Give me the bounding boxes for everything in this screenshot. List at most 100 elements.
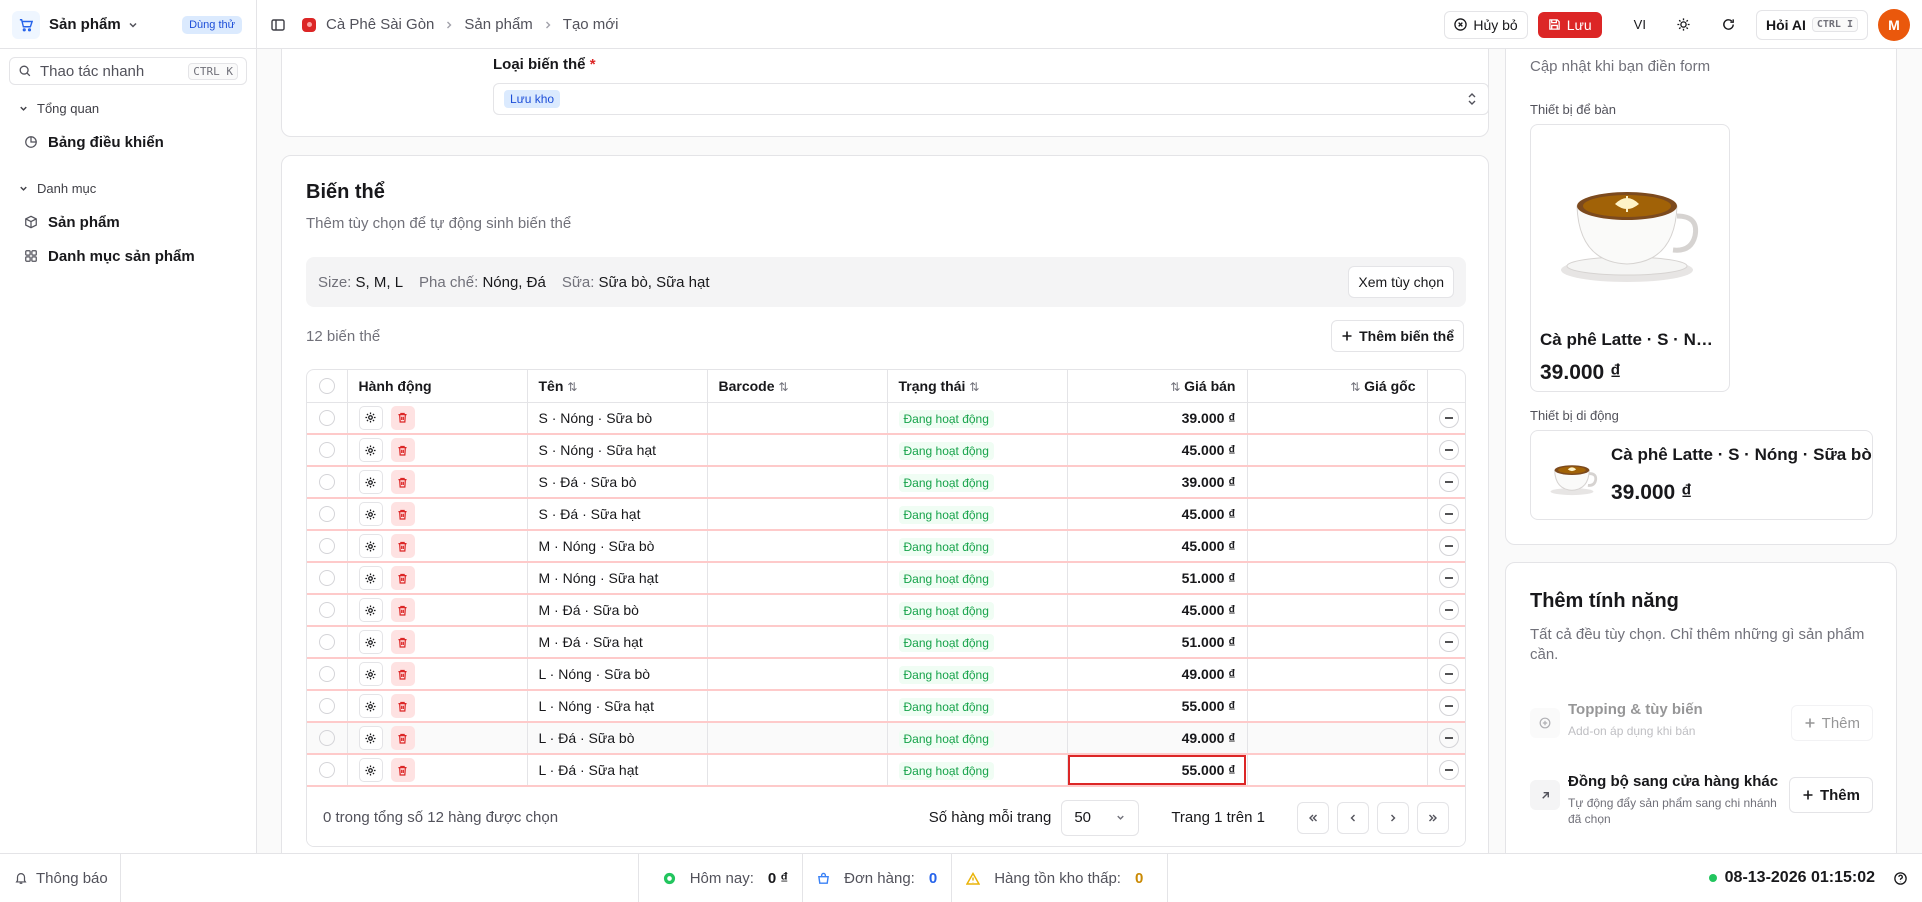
rows-per-page-select[interactable]: 50	[1061, 799, 1140, 836]
variant-name[interactable]: S · Nóng · Sữa bò	[527, 402, 708, 435]
breadcrumb-products[interactable]: Sản phẩm	[464, 16, 532, 33]
trash-icon[interactable]	[390, 470, 415, 494]
row-checkbox[interactable]	[318, 570, 335, 586]
trash-icon[interactable]	[390, 566, 415, 590]
variant-cost[interactable]	[1247, 722, 1428, 755]
variant-price[interactable]: 55.000 ₫	[1067, 754, 1248, 787]
gear-icon[interactable]	[358, 502, 383, 526]
table-row[interactable]: L · Đá · Sữa hạt Đang hoạt động 55.000 ₫	[307, 754, 1465, 787]
row-select-cell[interactable]	[307, 658, 348, 691]
variant-cost[interactable]	[1247, 466, 1428, 499]
minus-icon[interactable]	[1438, 536, 1459, 556]
minus-icon[interactable]	[1438, 632, 1459, 652]
trial-badge[interactable]: Dùng thử	[182, 15, 242, 34]
variant-price[interactable]: 51.000 ₫	[1067, 562, 1248, 595]
prev-page-button[interactable]	[1337, 801, 1369, 834]
variant-price[interactable]: 45.000 ₫	[1067, 498, 1248, 531]
view-options-button[interactable]: Xem tùy chọn	[1348, 266, 1454, 298]
variant-status-cell[interactable]: Đang hoạt động	[887, 626, 1068, 659]
gear-icon[interactable]	[358, 438, 383, 462]
add-sync-button[interactable]: Thêm	[1788, 777, 1873, 813]
row-checkbox[interactable]	[318, 730, 335, 746]
row-select-cell[interactable]	[307, 754, 348, 787]
variant-price[interactable]: 45.000 ₫	[1067, 434, 1248, 467]
row-select-cell[interactable]	[307, 466, 348, 499]
variant-price[interactable]: 49.000 ₫	[1067, 658, 1248, 691]
variant-barcode[interactable]	[707, 754, 888, 787]
table-row[interactable]: S · Nóng · Sữa hạt Đang hoạt động 45.000 ₫	[307, 434, 1465, 467]
table-row[interactable]: L · Nóng · Sữa hạt Đang hoạt động 55.000 ₫	[307, 690, 1465, 723]
minus-icon[interactable]	[1438, 664, 1459, 684]
variant-barcode[interactable]	[707, 562, 888, 595]
first-page-button[interactable]	[1297, 801, 1329, 834]
sidebar-group-catalog[interactable]: Danh mục	[0, 175, 256, 201]
gear-icon[interactable]	[358, 630, 383, 654]
variant-barcode[interactable]	[707, 530, 888, 563]
row-checkbox[interactable]	[318, 698, 335, 714]
variant-status-cell[interactable]: Đang hoạt động	[887, 754, 1068, 787]
variant-barcode[interactable]	[707, 722, 888, 755]
variant-name[interactable]: M · Đá · Sữa hạt	[527, 626, 708, 659]
breadcrumb-store[interactable]: Cà Phê Sài Gòn	[326, 16, 434, 33]
variant-name[interactable]: M · Đá · Sữa bò	[527, 594, 708, 627]
variant-price[interactable]: 51.000 ₫	[1067, 626, 1248, 659]
variant-name[interactable]: S · Đá · Sữa hạt	[527, 498, 708, 531]
variant-price[interactable]: 45.000 ₫	[1067, 594, 1248, 627]
minus-icon[interactable]	[1438, 568, 1459, 588]
table-row[interactable]: M · Nóng · Sữa hạt Đang hoạt động 51.000 ₫	[307, 562, 1465, 595]
table-row[interactable]: M · Nóng · Sữa bò Đang hoạt động 45.000 ₫	[307, 530, 1465, 563]
next-page-button[interactable]	[1377, 801, 1409, 834]
column-name[interactable]: Tên ⇅	[527, 370, 708, 403]
variant-cost[interactable]	[1247, 594, 1428, 627]
row-select-cell[interactable]	[307, 530, 348, 563]
variant-status-cell[interactable]: Đang hoạt động	[887, 530, 1068, 563]
variant-status-cell[interactable]: Đang hoạt động	[887, 498, 1068, 531]
row-checkbox[interactable]	[318, 602, 335, 618]
minus-icon[interactable]	[1438, 760, 1459, 780]
gear-icon[interactable]	[358, 405, 383, 430]
minus-icon[interactable]	[1438, 440, 1459, 460]
avatar[interactable]: M	[1878, 8, 1910, 41]
quick-action-input[interactable]: Thao tác nhanh CTRL K	[9, 57, 247, 85]
row-select-cell[interactable]	[307, 594, 348, 627]
trash-icon[interactable]	[390, 598, 415, 622]
trash-icon[interactable]	[390, 726, 415, 750]
gear-icon[interactable]	[358, 662, 383, 686]
variant-barcode[interactable]	[707, 466, 888, 499]
gear-icon[interactable]	[358, 598, 383, 622]
gear-icon[interactable]	[358, 534, 383, 558]
save-button[interactable]: Lưu	[1537, 11, 1602, 38]
variant-barcode[interactable]	[707, 434, 888, 467]
variant-cost[interactable]	[1247, 754, 1428, 787]
variant-price[interactable]: 55.000 ₫	[1067, 690, 1248, 723]
cancel-button[interactable]: Hủy bỏ	[1444, 10, 1528, 39]
variant-price[interactable]: 39.000 ₫	[1067, 402, 1248, 435]
trash-icon[interactable]	[390, 630, 415, 654]
column-barcode[interactable]: Barcode ⇅	[707, 370, 888, 403]
variant-status-cell[interactable]: Đang hoạt động	[887, 722, 1068, 755]
variant-name[interactable]: S · Đá · Sữa bò	[527, 466, 708, 499]
select-all-checkbox[interactable]	[318, 377, 335, 394]
trash-icon[interactable]	[390, 758, 415, 782]
gear-icon[interactable]	[358, 726, 383, 750]
row-checkbox[interactable]	[318, 474, 335, 490]
column-price[interactable]: ⇅ Giá bán	[1067, 370, 1248, 403]
variant-status-cell[interactable]: Đang hoạt động	[887, 658, 1068, 691]
select-all-cell[interactable]	[307, 370, 348, 403]
variant-name[interactable]: L · Đá · Sữa bò	[527, 722, 708, 755]
add-topping-button[interactable]: Thêm	[1790, 705, 1873, 741]
ask-ai-button[interactable]: Hỏi AI CTRL I	[1755, 9, 1868, 40]
row-select-cell[interactable]	[307, 434, 348, 467]
variant-name[interactable]: L · Đá · Sữa hạt	[527, 754, 708, 787]
variant-barcode[interactable]	[707, 498, 888, 531]
trash-icon[interactable]	[390, 662, 415, 686]
row-select-cell[interactable]	[307, 402, 348, 435]
variant-cost[interactable]	[1247, 626, 1428, 659]
table-row[interactable]: S · Nóng · Sữa bò Đang hoạt động 39.000 ₫	[307, 402, 1465, 435]
variant-cost[interactable]	[1247, 690, 1428, 723]
minus-icon[interactable]	[1438, 600, 1459, 620]
table-row[interactable]: L · Nóng · Sữa bò Đang hoạt động 49.000 ₫	[307, 658, 1465, 691]
variant-barcode[interactable]	[707, 402, 888, 435]
sidebar-item-dashboard[interactable]: Bảng điều khiển	[0, 125, 256, 159]
row-select-cell[interactable]	[307, 562, 348, 595]
